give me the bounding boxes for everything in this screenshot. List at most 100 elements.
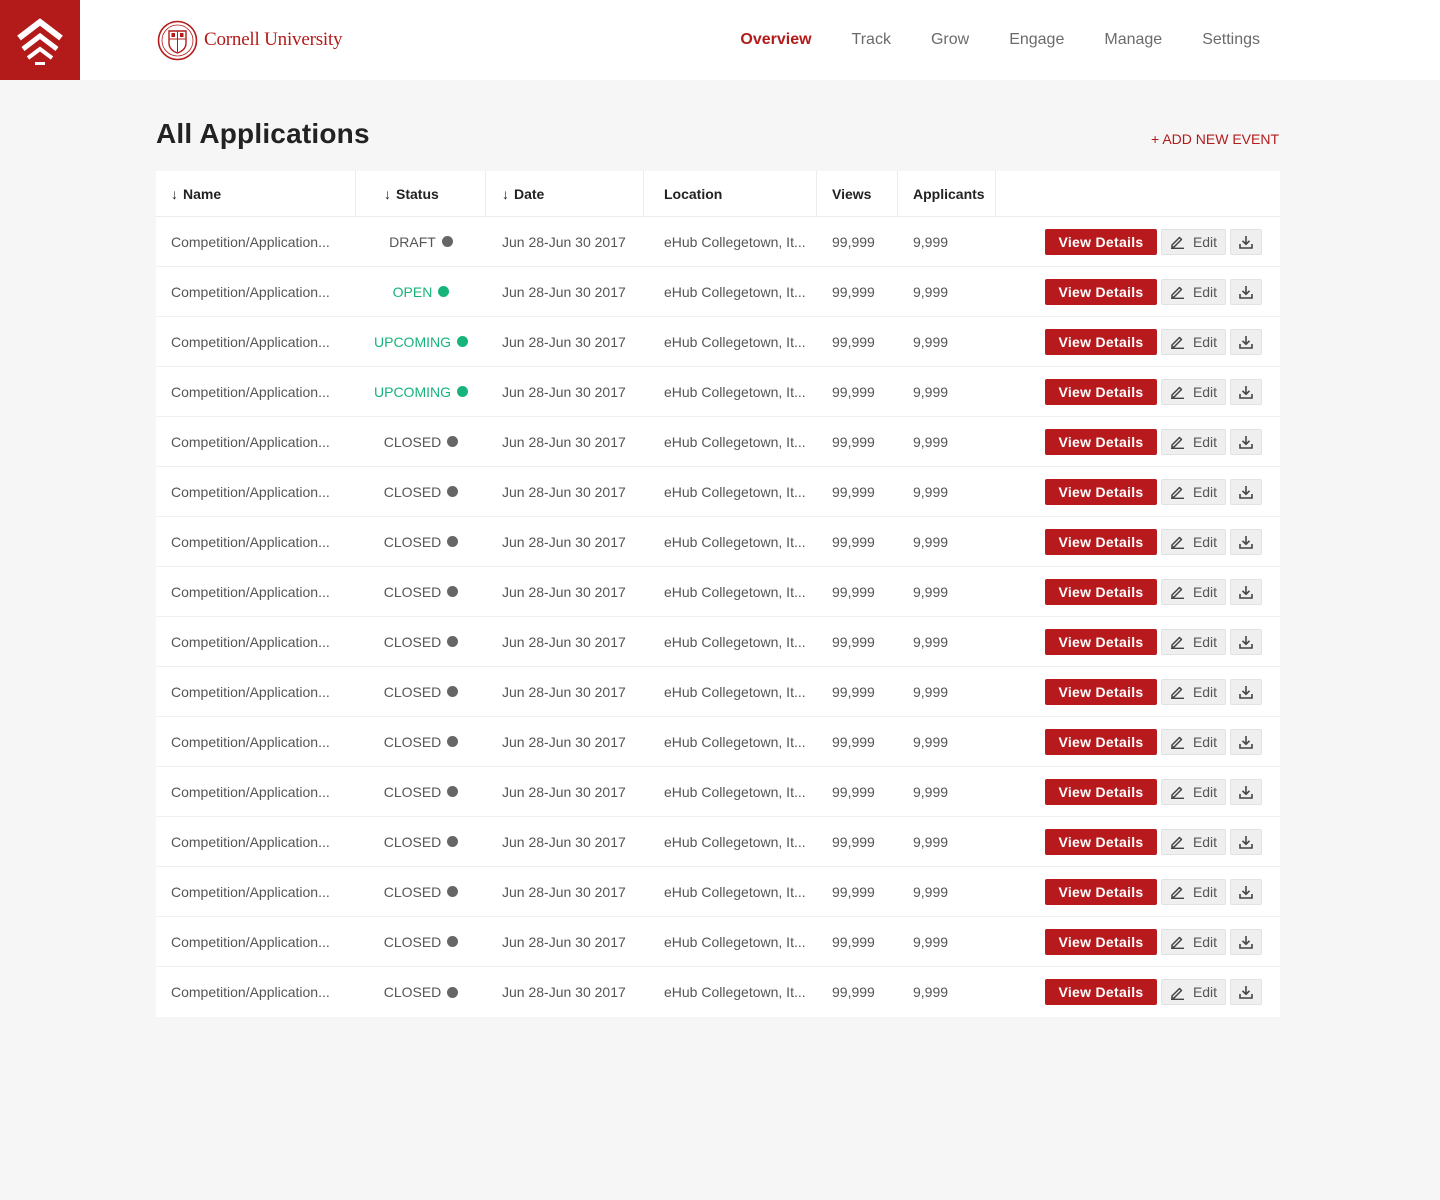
view-details-button[interactable]: View Details	[1045, 478, 1157, 505]
cell-actions: View Details Edit	[996, 228, 1280, 255]
edit-button[interactable]: Edit	[1161, 678, 1226, 705]
cell-views: 99,999	[832, 683, 875, 700]
edit-button[interactable]: Edit	[1161, 928, 1226, 955]
arrow-down-icon: ↓	[384, 186, 391, 202]
edit-button[interactable]: Edit	[1161, 728, 1226, 755]
view-details-button[interactable]: View Details	[1045, 678, 1157, 705]
edit-button[interactable]: Edit	[1161, 778, 1226, 805]
download-button[interactable]	[1230, 578, 1262, 605]
table-row: Competition/Application... CLOSED Jun 28…	[156, 417, 1280, 467]
view-details-button[interactable]: View Details	[1045, 228, 1157, 255]
nav-engage[interactable]: Engage	[1009, 31, 1064, 49]
view-details-button[interactable]: View Details	[1045, 878, 1157, 905]
download-icon	[1239, 735, 1253, 749]
edit-button-label: Edit	[1192, 283, 1218, 300]
cell-date: Jun 28-Jun 30 2017	[502, 733, 626, 750]
edit-button[interactable]: Edit	[1161, 278, 1226, 305]
edit-button[interactable]: Edit	[1161, 528, 1226, 555]
status-dot-icon	[447, 486, 459, 497]
column-header-label: Views	[832, 186, 872, 202]
view-details-button[interactable]: View Details	[1045, 778, 1157, 805]
edit-button[interactable]: Edit	[1161, 878, 1226, 905]
edit-button[interactable]: Edit	[1161, 628, 1226, 655]
table-row: Competition/Application... CLOSED Jun 28…	[156, 867, 1280, 917]
nav-track[interactable]: Track	[852, 31, 891, 49]
table-row: Competition/Application... CLOSED Jun 28…	[156, 567, 1280, 617]
download-button[interactable]	[1230, 778, 1262, 805]
view-details-button[interactable]: View Details	[1045, 628, 1157, 655]
download-button[interactable]	[1230, 328, 1262, 355]
edit-button[interactable]: Edit	[1161, 378, 1226, 405]
download-icon	[1239, 535, 1253, 549]
download-button[interactable]	[1230, 228, 1262, 255]
view-details-button[interactable]: View Details	[1045, 428, 1157, 455]
cell-actions: View Details Edit	[996, 678, 1280, 705]
column-header-name[interactable]: ↓ Name	[156, 171, 356, 217]
column-header-views[interactable]: Views	[817, 171, 898, 217]
add-new-event-link[interactable]: + ADD NEW EVENT	[1151, 131, 1279, 147]
table-row: Competition/Application... CLOSED Jun 28…	[156, 517, 1280, 567]
nav-overview[interactable]: Overview	[740, 31, 811, 49]
app-logo[interactable]	[0, 0, 80, 80]
pencil-icon	[1170, 936, 1184, 949]
status-text: CLOSED	[383, 883, 442, 900]
pencil-icon	[1170, 386, 1184, 399]
view-details-button[interactable]: View Details	[1045, 378, 1157, 405]
view-details-button[interactable]: View Details	[1045, 278, 1157, 305]
cell-status: CLOSED	[356, 884, 486, 900]
cell-status: CLOSED	[356, 684, 486, 700]
column-header-status[interactable]: ↓ Status	[356, 171, 486, 217]
cell-date: Jun 28-Jun 30 2017	[502, 683, 626, 700]
edit-button[interactable]: Edit	[1161, 478, 1226, 505]
download-button[interactable]	[1230, 878, 1262, 905]
view-details-button[interactable]: View Details	[1045, 528, 1157, 555]
cell-actions: View Details Edit	[996, 778, 1280, 805]
download-button[interactable]	[1230, 628, 1262, 655]
view-details-button[interactable]: View Details	[1045, 328, 1157, 355]
edit-button[interactable]: Edit	[1161, 228, 1226, 255]
edit-button[interactable]: Edit	[1161, 979, 1226, 1005]
nav-settings[interactable]: Settings	[1202, 31, 1260, 49]
download-button[interactable]	[1230, 928, 1262, 955]
column-header-location[interactable]: Location	[644, 171, 817, 217]
status-text: CLOSED	[383, 533, 442, 550]
cell-status: OPEN	[356, 284, 486, 300]
cell-location: eHub Collegetown, It...	[664, 984, 806, 1000]
main-nav: Overview Track Grow Engage Manage Settin…	[700, 0, 1260, 80]
download-button[interactable]	[1230, 728, 1262, 755]
edit-button[interactable]: Edit	[1161, 428, 1226, 455]
nav-manage[interactable]: Manage	[1104, 31, 1162, 49]
cell-date: Jun 28-Jun 30 2017	[502, 333, 626, 350]
column-header-date[interactable]: ↓ Date	[486, 171, 644, 217]
download-icon	[1239, 935, 1253, 949]
view-details-button[interactable]: View Details	[1045, 578, 1157, 605]
edit-button[interactable]: Edit	[1161, 828, 1226, 855]
cell-date: Jun 28-Jun 30 2017	[502, 933, 626, 950]
column-header-label: Status	[396, 186, 439, 202]
table-row: Competition/Application... CLOSED Jun 28…	[156, 967, 1280, 1017]
download-button[interactable]	[1230, 378, 1262, 405]
download-button[interactable]	[1230, 828, 1262, 855]
cell-actions: View Details Edit	[996, 979, 1280, 1005]
view-details-button[interactable]: View Details	[1045, 979, 1157, 1005]
edit-button[interactable]: Edit	[1161, 328, 1226, 355]
download-button[interactable]	[1230, 979, 1262, 1005]
download-icon	[1239, 335, 1253, 349]
view-details-button[interactable]: View Details	[1045, 828, 1157, 855]
brand[interactable]: Cornell University	[157, 19, 343, 61]
cell-applicants: 9,999	[913, 533, 949, 550]
download-icon	[1239, 835, 1253, 849]
download-button[interactable]	[1230, 528, 1262, 555]
view-details-button[interactable]: View Details	[1045, 928, 1157, 955]
cell-actions: View Details Edit	[996, 728, 1280, 755]
edit-button[interactable]: Edit	[1161, 578, 1226, 605]
nav-grow[interactable]: Grow	[931, 31, 969, 49]
download-button[interactable]	[1230, 278, 1262, 305]
view-details-button[interactable]: View Details	[1045, 728, 1157, 755]
download-icon	[1239, 435, 1253, 449]
download-button[interactable]	[1230, 678, 1262, 705]
download-button[interactable]	[1230, 428, 1262, 455]
download-button[interactable]	[1230, 478, 1262, 505]
column-header-applicants[interactable]: Applicants	[898, 171, 996, 217]
status-dot-icon	[447, 786, 459, 797]
